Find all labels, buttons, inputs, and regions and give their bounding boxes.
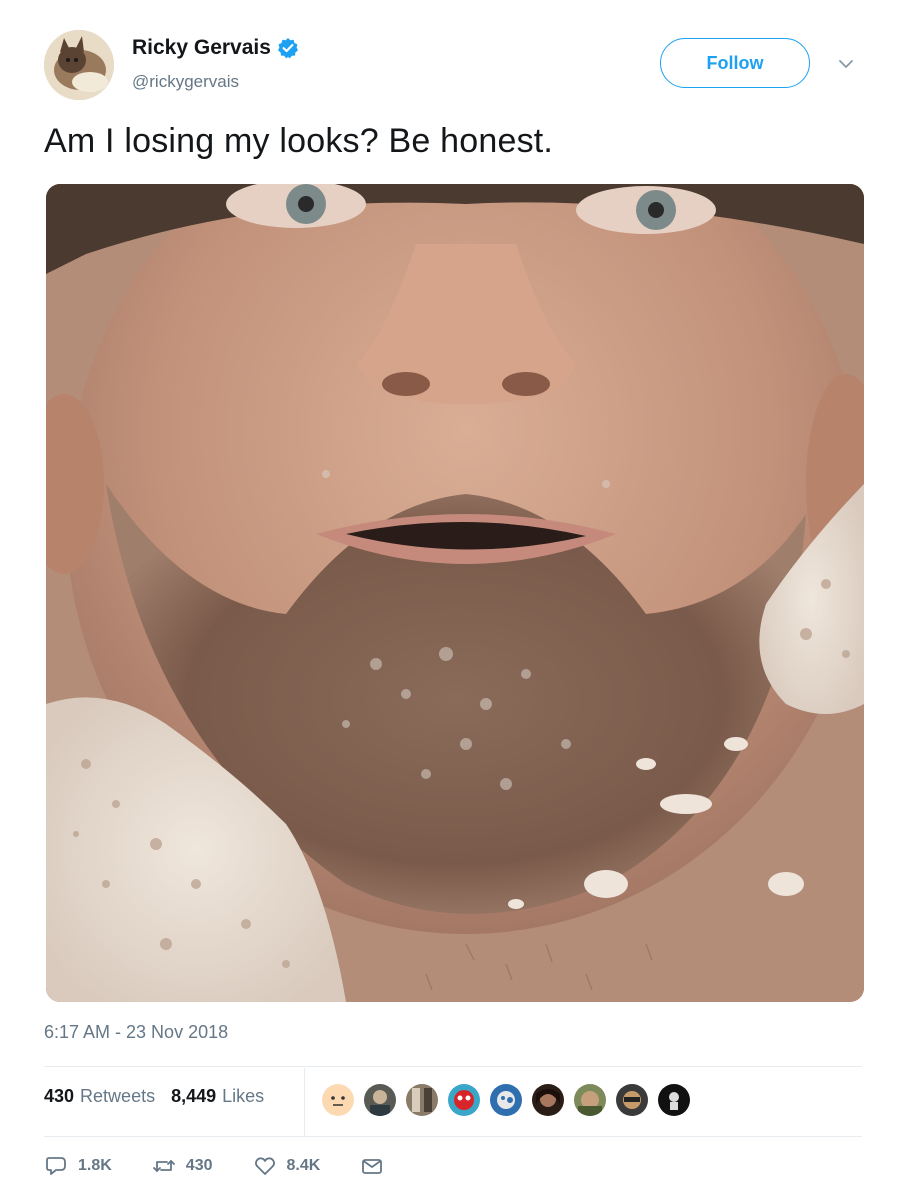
liker-avatar[interactable]	[572, 1082, 608, 1118]
stats-separator	[304, 1068, 305, 1136]
author-handle[interactable]: @rickygervais	[132, 72, 239, 92]
liker-avatar[interactable]	[656, 1082, 692, 1118]
liker-avatar[interactable]	[320, 1082, 356, 1118]
retweet-count: 430	[185, 1157, 213, 1174]
author-name[interactable]: Ricky Gervais	[132, 36, 271, 60]
like-button[interactable]: 8.4K	[253, 1154, 321, 1178]
reply-icon	[46, 1157, 66, 1175]
reply-button[interactable]: 1.8K	[44, 1154, 112, 1178]
liker-avatar[interactable]	[530, 1082, 566, 1118]
liker-avatar[interactable]	[614, 1082, 650, 1118]
liker-avatar[interactable]	[446, 1082, 482, 1118]
reply-count: 1.8K	[78, 1157, 112, 1174]
divider	[44, 1136, 862, 1137]
tweet-text: Am I losing my looks? Be honest.	[44, 122, 554, 160]
verified-badge-icon	[277, 37, 299, 59]
liker-avatar[interactable]	[362, 1082, 398, 1118]
likes-label[interactable]: Likes	[222, 1086, 264, 1107]
retweet-button[interactable]: 430	[152, 1154, 213, 1178]
like-icon	[254, 1157, 275, 1175]
tweet-timestamp[interactable]: 6:17 AM - 23 Nov 2018	[44, 1022, 228, 1043]
retweet-icon	[152, 1160, 175, 1172]
like-count: 8.4K	[286, 1157, 321, 1174]
dm-icon	[362, 1159, 383, 1174]
follow-button[interactable]: Follow	[660, 38, 810, 88]
tweet-actions: 1.8K 430 8.4K	[44, 1154, 424, 1178]
divider	[44, 1066, 862, 1067]
retweets-label[interactable]: Retweets	[80, 1086, 155, 1107]
liker-avatar[interactable]	[404, 1082, 440, 1118]
author-avatar[interactable]	[44, 30, 114, 100]
direct-message-button[interactable]	[360, 1154, 384, 1178]
chevron-down-icon[interactable]	[838, 56, 854, 72]
author-name-row: Ricky Gervais	[132, 36, 299, 60]
likers-avatars	[320, 1082, 698, 1120]
likes-count[interactable]: 8,449	[171, 1086, 216, 1107]
tweet-header: Ricky Gervais @rickygervais Follow	[44, 30, 864, 102]
liker-avatar[interactable]	[488, 1082, 524, 1118]
engagement-stats: 430 Retweets 8,449 Likes	[44, 1086, 264, 1107]
retweets-count[interactable]: 430	[44, 1086, 74, 1107]
tweet-photo[interactable]	[46, 184, 864, 1002]
